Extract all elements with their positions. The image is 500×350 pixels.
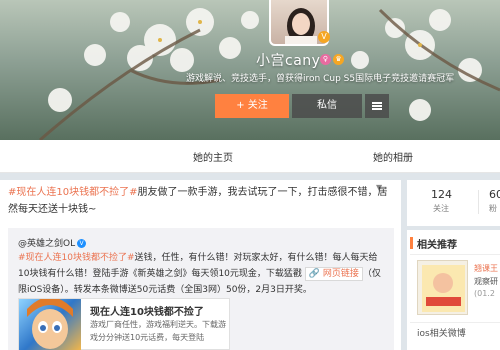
follow-button[interactable]: + 关注 — [215, 94, 289, 118]
stats-panel — [407, 180, 500, 226]
web-link-chip[interactable]: 🔗 网页链接 — [304, 267, 363, 281]
followers-count[interactable]: 60 — [489, 188, 500, 201]
card-title[interactable]: 现在人连10块钱都不捡了 — [90, 303, 204, 318]
female-gender-icon: ♀ — [320, 54, 331, 65]
message-button[interactable]: 私信 — [292, 94, 362, 118]
repost-author-name[interactable]: @英雄之剑OL — [18, 239, 75, 249]
book-cover-image — [422, 265, 465, 312]
recommend-item-date: (01.2 — [474, 289, 495, 298]
following-label[interactable]: 关注 — [433, 203, 449, 214]
verified-badge-icon: V — [318, 31, 330, 43]
recommend-accent-bar — [410, 237, 413, 249]
post-text: #现在人连10块钱都不捡了#朋友做了一款手游，我去试玩了一下，打击感很不错，居然… — [8, 184, 388, 218]
recommend-title: 相关推荐 — [417, 240, 457, 251]
member-crown-icon[interactable]: ♛ — [333, 54, 344, 65]
game-character-image — [27, 299, 73, 349]
blossom-branch-image — [39, 8, 500, 140]
profile-username: 小宫cany — [256, 53, 321, 69]
card-thumbnail-image[interactable] — [19, 299, 81, 350]
profile-cover — [0, 0, 500, 140]
profile-bio: 游戏解说、竞技选手，曾获得iron Cup S5国际电子竞技邀请赛冠军 — [186, 74, 455, 84]
followers-label[interactable]: 粉 — [489, 203, 497, 214]
recommend-divider — [410, 254, 500, 255]
verified-blue-icon: V — [77, 239, 87, 248]
following-count[interactable]: 124 — [431, 188, 452, 201]
hamburger-icon — [372, 105, 382, 107]
tab-album[interactable]: 她的相册 — [373, 149, 413, 164]
recommend-item-title[interactable]: 翘课王 — [474, 263, 498, 274]
stats-divider — [478, 190, 479, 214]
recommend-divider-2 — [410, 322, 500, 323]
repost-author[interactable]: @英雄之剑OL V — [18, 236, 87, 249]
recommend-thumbnail-image[interactable] — [417, 260, 468, 315]
repost-text: #现在人连10块钱都不捡了#送钱，任性，有什么错！对玩家太好，有什么错！每人每天… — [18, 250, 384, 298]
web-link-label: 网页链接 — [322, 269, 359, 279]
link-icon: 🔗 — [308, 269, 320, 279]
more-menu-button[interactable] — [365, 94, 389, 118]
post-hashtag[interactable]: #现在人连10块钱都不捡了# — [8, 187, 137, 198]
profile-nav: 她的主页 她的相册 — [0, 140, 500, 173]
card-description: 游戏厂商任性，游戏福利逆天。下载游戏分分钟送10元话费，每天登陆 — [90, 320, 226, 342]
recommend-footer-link[interactable]: ios相关微博 — [417, 326, 466, 339]
recommend-item-subtitle: 观察研 — [474, 277, 498, 286]
tab-home[interactable]: 她的主页 — [193, 149, 233, 164]
repost-hashtag[interactable]: #现在人连10块钱都不捡了# — [18, 253, 135, 263]
